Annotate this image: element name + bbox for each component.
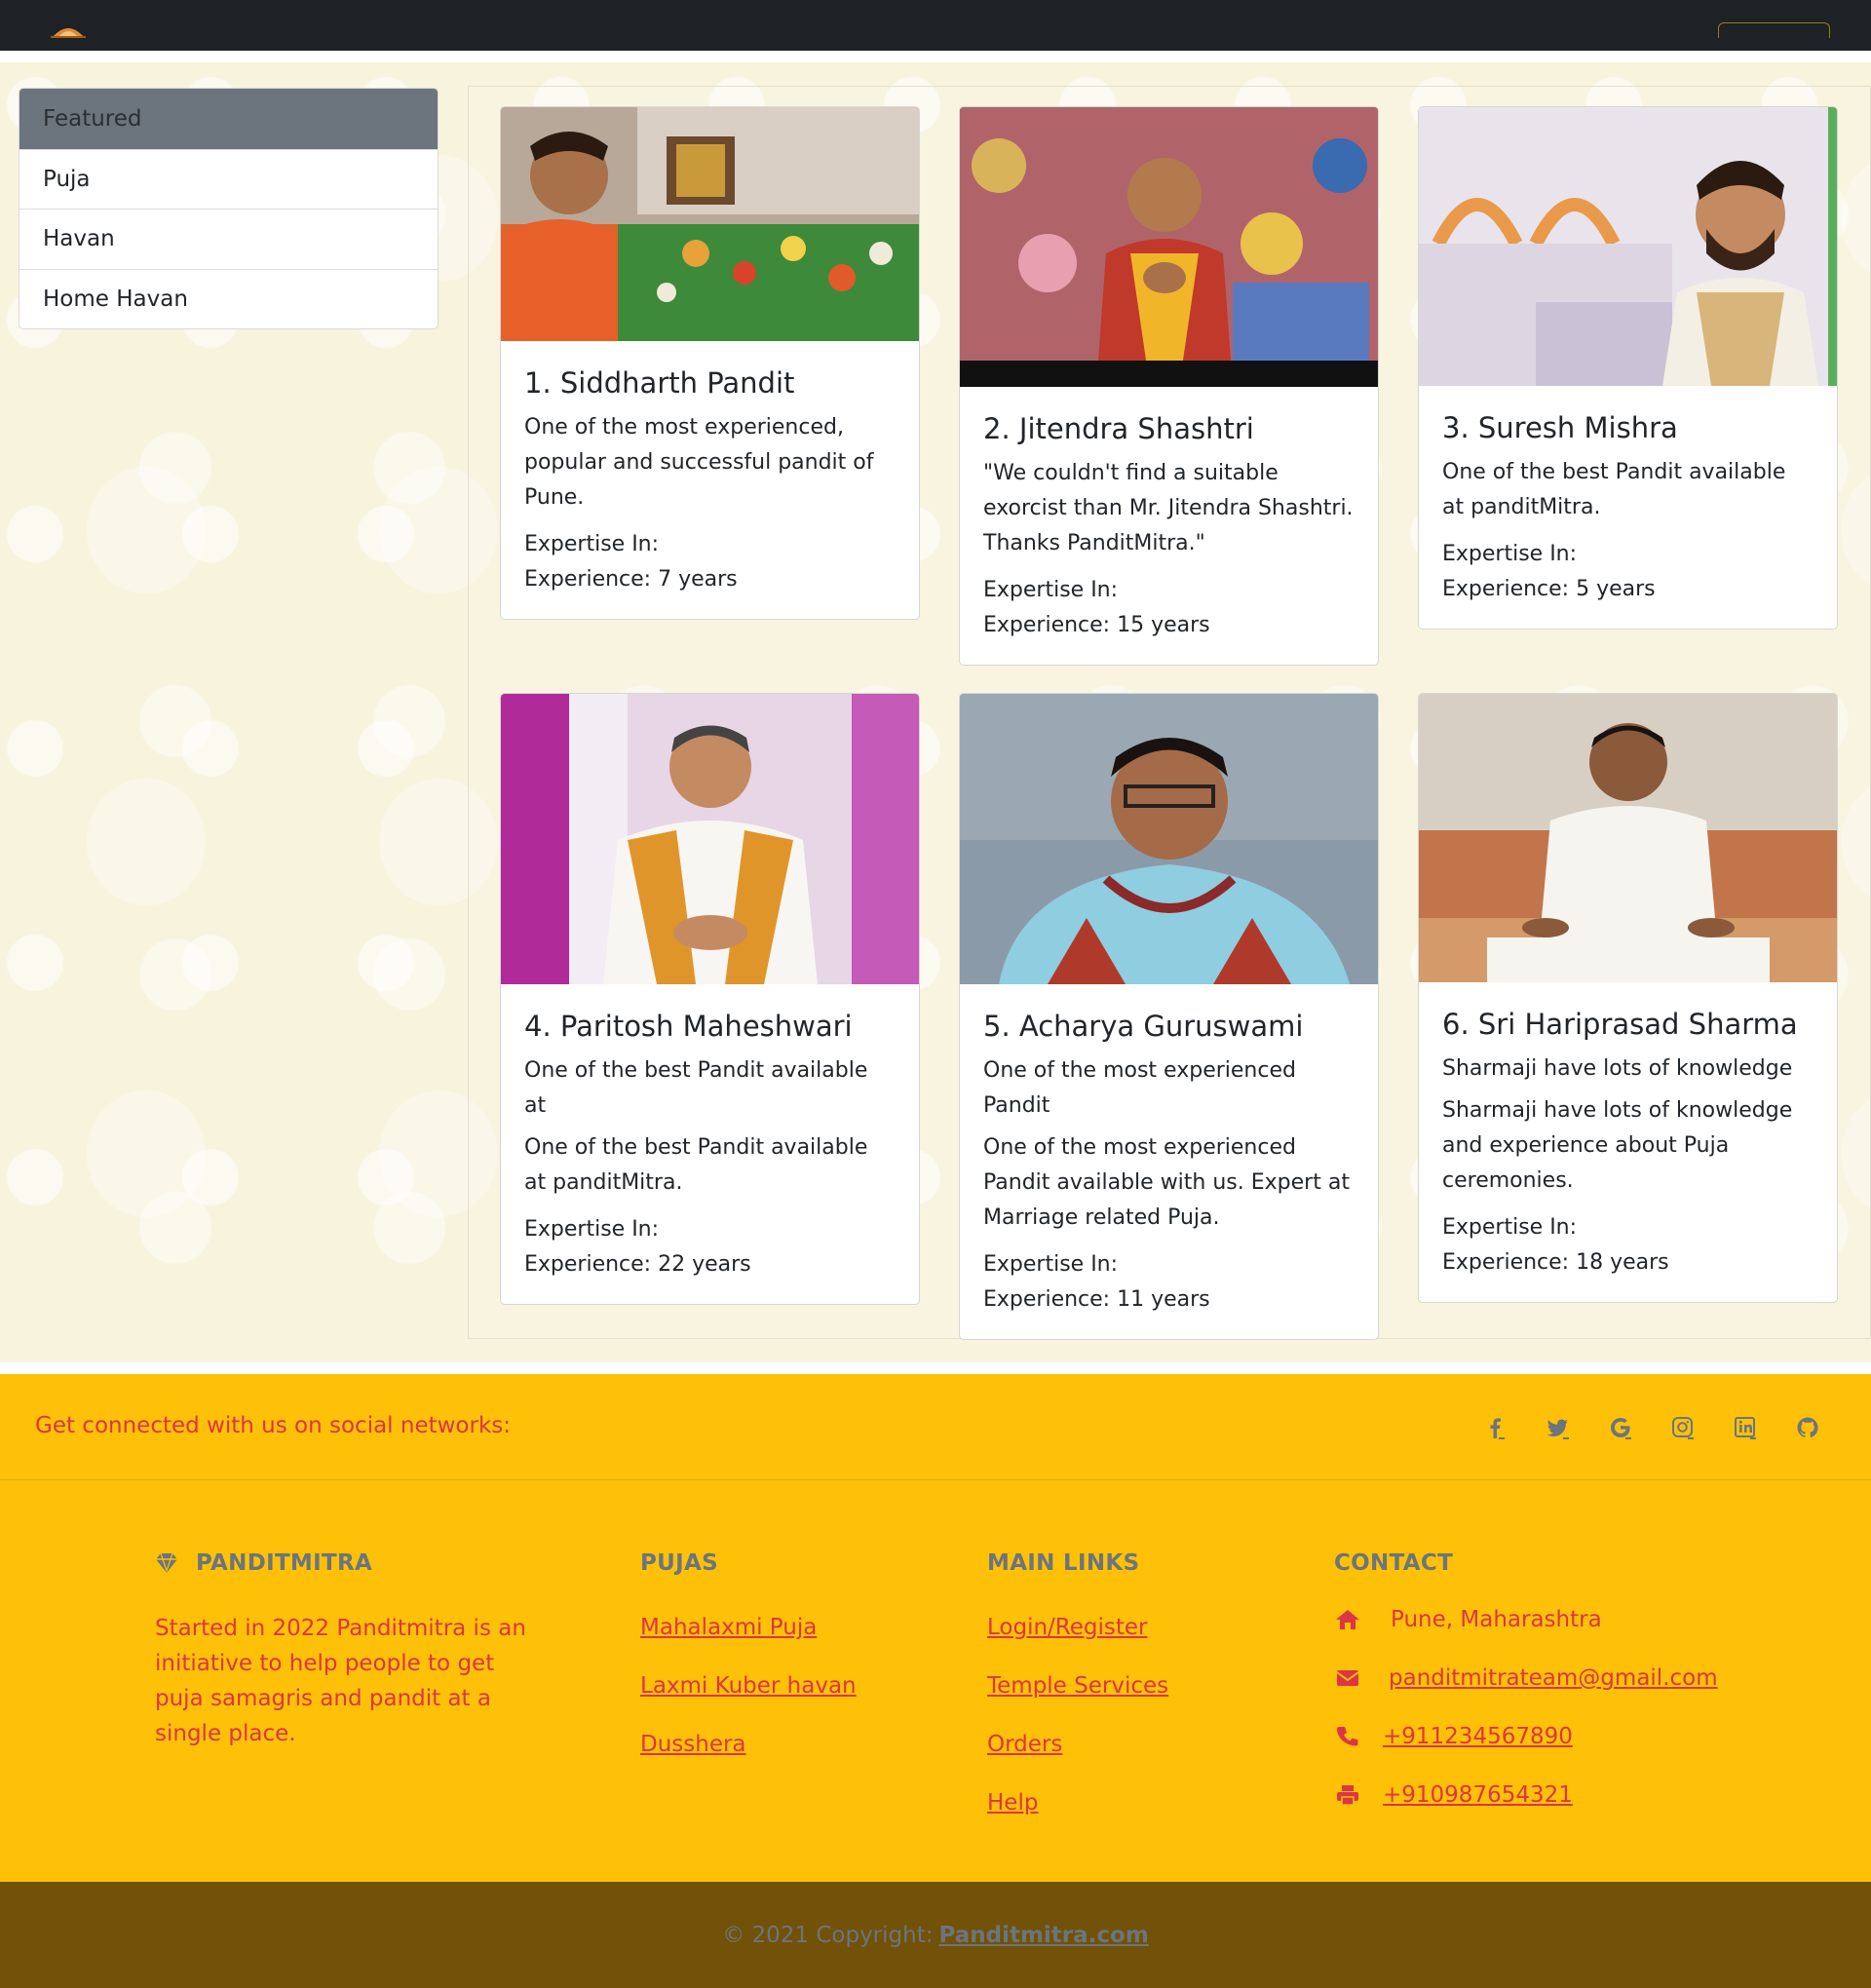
sidebar-item-havan[interactable]: Havan	[19, 209, 438, 269]
pandit-description: One of the best Pandit available at pand…	[1442, 459, 1786, 519]
pandit-expertise: Expertise In:	[1442, 541, 1578, 566]
pandit-photo	[501, 694, 919, 984]
gem-icon	[156, 1552, 177, 1573]
sidebar-item-label: Havan	[43, 226, 115, 252]
footer-brand-heading: PANDITMITRA	[155, 1550, 545, 1576]
pandit-expertise: Expertise In:	[983, 577, 1119, 602]
social-icons	[1465, 1411, 1839, 1444]
brand-logo-icon[interactable]	[49, 23, 88, 39]
home-icon	[1336, 1610, 1359, 1629]
copyright-link[interactable]: Panditmitra.com	[938, 1923, 1148, 1948]
sidebar-item-puja[interactable]: Puja	[19, 148, 438, 209]
navbar-toggler-button[interactable]	[1718, 22, 1830, 38]
pandit-subtitle: One of the best Pandit available at	[524, 1057, 868, 1118]
pandit-card[interactable]: 1. Siddharth Pandit One of the most expe…	[500, 106, 920, 620]
sidebar-item-home-havan[interactable]: Home Havan	[19, 268, 438, 328]
pandit-card[interactable]: 6. Sri Hariprasad Sharma Sharmaji have l…	[1418, 693, 1838, 1303]
facebook-icon[interactable]	[1465, 1411, 1527, 1444]
copyright-text: © 2021 Copyright:	[722, 1922, 934, 1948]
contact-email-row: panditmitrateam@gmail.com	[1334, 1663, 1718, 1693]
pandit-name: 5. Acharya Guruswami	[983, 1010, 1304, 1043]
footer-link-mahalaxmi-puja[interactable]: Mahalaxmi Puja	[640, 1613, 857, 1642]
footer-link-help[interactable]: Help	[987, 1788, 1168, 1817]
pandit-photo	[501, 107, 919, 341]
footer: PANDITMITRA Started in 2022 Panditmitra …	[0, 1480, 1871, 1882]
category-sidebar: Featured Puja Havan Home Havan	[19, 88, 439, 329]
footer-about-column: PANDITMITRA Started in 2022 Panditmitra …	[155, 1550, 545, 1751]
instagram-icon[interactable]	[1652, 1411, 1714, 1444]
pandit-photo	[1419, 694, 1837, 982]
pandit-experience: Experience: 7 years	[524, 566, 738, 592]
pandit-experience: Experience: 11 years	[983, 1286, 1210, 1312]
pandit-experience: Experience: 18 years	[1442, 1249, 1669, 1275]
pandit-expertise: Expertise In:	[1442, 1214, 1578, 1240]
footer-contact-column: CONTACT Pune, Maharashtra panditmitratea…	[1334, 1550, 1718, 1810]
pandit-experience: Experience: 5 years	[1442, 576, 1656, 601]
print-icon	[1337, 1785, 1358, 1806]
twitter-icon[interactable]	[1527, 1411, 1589, 1444]
sidebar-item-featured[interactable]: Featured	[19, 89, 438, 149]
pandit-card[interactable]: 5. Acharya Guruswami One of the most exp…	[959, 693, 1379, 1340]
pandit-description: One of the most experienced Pandit avail…	[983, 1134, 1350, 1230]
pandit-card[interactable]: 4. Paritosh Maheshwari One of the best P…	[500, 693, 920, 1305]
footer-link-orders[interactable]: Orders	[987, 1730, 1168, 1759]
envelope-icon	[1336, 1670, 1359, 1686]
copyright-bar: © 2021 Copyright: Panditmitra.com	[0, 1882, 1871, 1988]
sidebar-item-label: Featured	[43, 105, 142, 132]
pandit-description: One of the best Pandit available at pand…	[524, 1134, 868, 1195]
pandit-description: One of the most experienced, popular and…	[524, 414, 874, 510]
pandit-experience: Experience: 22 years	[524, 1251, 751, 1277]
pandit-name: 2. Jitendra Shashtri	[983, 412, 1254, 445]
linkedin-icon[interactable]	[1714, 1411, 1776, 1444]
google-icon[interactable]	[1589, 1411, 1652, 1444]
footer-contact-heading: CONTACT	[1334, 1550, 1454, 1576]
pandit-experience: Experience: 15 years	[983, 612, 1210, 637]
pandit-subtitle: One of the most experienced Pandit	[983, 1057, 1296, 1118]
footer-pujas-column: PUJAS Mahalaxmi Puja Laxmi Kuber havan D…	[640, 1550, 857, 1759]
pandit-expertise: Expertise In:	[983, 1251, 1119, 1277]
github-icon[interactable]	[1776, 1411, 1839, 1444]
social-bar: Get connected with us on social networks…	[0, 1374, 1871, 1480]
pandit-name: 3. Suresh Mishra	[1442, 411, 1678, 444]
pandit-description: Sharmaji have lots of knowledge and expe…	[1442, 1097, 1793, 1193]
sidebar-item-label: Puja	[43, 166, 91, 192]
pandit-photo	[960, 107, 1378, 387]
pandit-expertise: Expertise In:	[524, 531, 660, 556]
footer-main-links-column: MAIN LINKS Login/Register Temple Service…	[987, 1550, 1168, 1817]
contact-address-row: Pune, Maharashtra	[1334, 1605, 1718, 1634]
contact-phone-row: +911234567890	[1334, 1722, 1718, 1751]
phone-icon	[1337, 1727, 1358, 1746]
navbar	[0, 0, 1871, 51]
footer-main-links-heading: MAIN LINKS	[987, 1550, 1140, 1576]
contact-email-link[interactable]: panditmitrateam@gmail.com	[1389, 1665, 1718, 1691]
sidebar-item-label: Home Havan	[43, 286, 188, 312]
footer-brand-name: PANDITMITRA	[196, 1550, 373, 1576]
pandit-expertise: Expertise In:	[524, 1216, 660, 1242]
pandit-photo	[960, 694, 1378, 984]
pandit-card[interactable]: 3. Suresh Mishra One of the best Pandit …	[1418, 106, 1838, 630]
pandit-card[interactable]: 2. Jitendra Shashtri "We couldn't find a…	[959, 106, 1379, 666]
pandit-name: 1. Siddharth Pandit	[524, 366, 795, 400]
social-bar-text: Get connected with us on social networks…	[35, 1413, 512, 1438]
pandit-name: 4. Paritosh Maheshwari	[524, 1010, 853, 1043]
contact-phone-link[interactable]: +911234567890	[1383, 1724, 1573, 1749]
footer-link-login-register[interactable]: Login/Register	[987, 1613, 1168, 1642]
pandit-subtitle: Sharmaji have lots of knowledge	[1442, 1055, 1793, 1081]
footer-link-laxmi-kuber-havan[interactable]: Laxmi Kuber havan	[640, 1671, 857, 1701]
contact-fax-link[interactable]: +910987654321	[1383, 1782, 1573, 1808]
footer-pujas-heading: PUJAS	[640, 1550, 718, 1576]
pandit-description: "We couldn't find a suitable exorcist th…	[983, 460, 1354, 555]
contact-fax-row: +910987654321	[1334, 1780, 1718, 1810]
footer-about-text: Started in 2022 Panditmitra is an initia…	[155, 1616, 526, 1746]
pandit-name: 6. Sri Hariprasad Sharma	[1442, 1008, 1798, 1041]
footer-link-dusshera[interactable]: Dusshera	[640, 1730, 857, 1759]
contact-address: Pune, Maharashtra	[1391, 1607, 1602, 1632]
footer-link-temple-services[interactable]: Temple Services	[987, 1671, 1168, 1701]
pandit-photo	[1419, 107, 1837, 386]
